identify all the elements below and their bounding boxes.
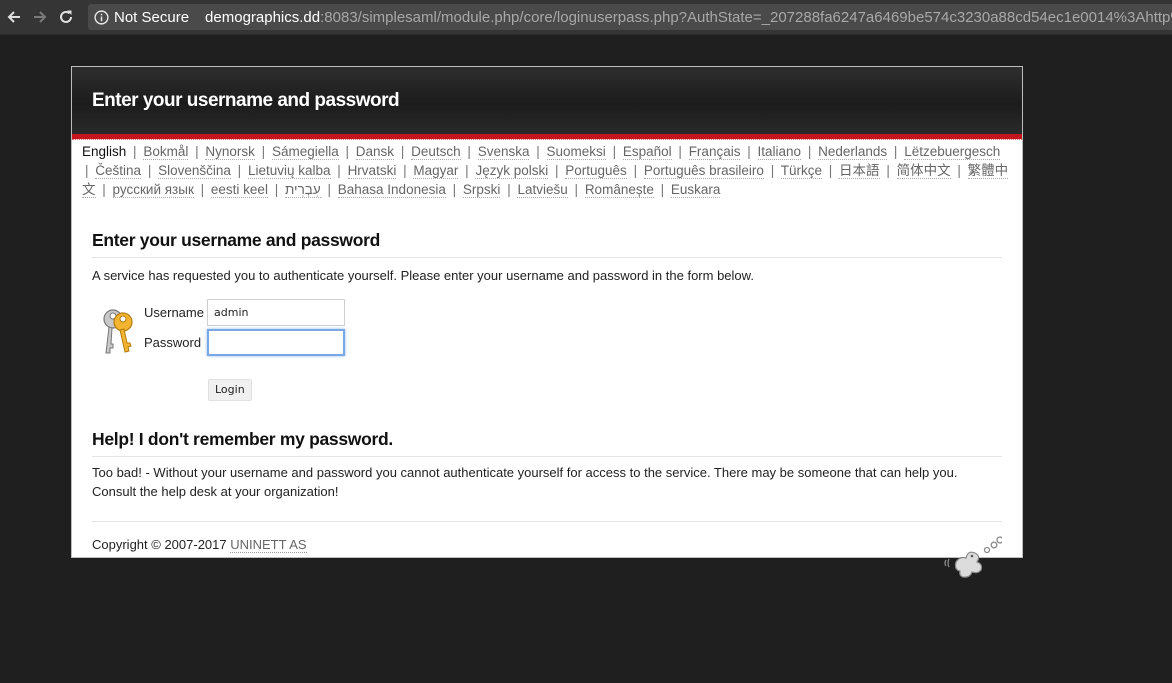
reload-button[interactable] xyxy=(55,6,77,28)
language-separator: | xyxy=(403,163,407,178)
browser-toolbar: Not Secure demographics.dd:8083/simplesa… xyxy=(0,0,1172,35)
language-current: English xyxy=(82,144,127,159)
language-separator: | xyxy=(195,144,199,159)
language-separator: | xyxy=(467,144,471,159)
language-link[interactable]: עִבְרִית xyxy=(285,182,321,198)
language-separator: | xyxy=(274,182,279,197)
language-separator: | xyxy=(400,144,405,159)
language-separator: | xyxy=(327,182,331,197)
language-separator: | xyxy=(957,163,961,178)
language-link[interactable]: русский язык xyxy=(112,182,194,198)
language-link[interactable]: Lietuvių kalba xyxy=(247,163,331,179)
language-separator: | xyxy=(337,163,341,178)
language-link[interactable]: Türkçe xyxy=(780,163,822,179)
language-link[interactable]: 日本語 xyxy=(839,163,880,179)
language-link[interactable]: Svenska xyxy=(477,144,530,160)
language-link[interactable]: Deutsch xyxy=(411,144,461,160)
language-link[interactable]: Bahasa Indonesia xyxy=(337,182,446,198)
back-arrow-icon xyxy=(7,11,20,23)
language-separator: | xyxy=(465,163,469,178)
password-label: Password xyxy=(144,335,202,350)
language-separator: | xyxy=(85,163,89,178)
language-separator: | xyxy=(747,144,751,159)
language-separator: | xyxy=(261,144,266,159)
username-label: Username xyxy=(144,305,204,320)
language-link[interactable]: eesti keel xyxy=(210,182,268,198)
login-panel: Enter your username and password English… xyxy=(71,66,1023,578)
help-heading: Help! I don't remember my password. xyxy=(92,429,1002,457)
language-link[interactable]: Românește xyxy=(584,182,654,198)
language-separator: | xyxy=(147,163,152,178)
language-separator: | xyxy=(633,163,638,178)
language-link[interactable]: Sámegiella xyxy=(271,144,339,160)
header-title: Enter your username and password xyxy=(92,90,400,111)
language-separator: | xyxy=(574,182,579,197)
language-link[interactable]: Português brasileiro xyxy=(643,163,764,179)
language-link[interactable]: Srpski xyxy=(462,182,501,198)
language-link[interactable]: Lëtzebuergesch xyxy=(904,144,1001,160)
language-link[interactable]: Język polski xyxy=(475,163,549,179)
language-link[interactable]: Magyar xyxy=(413,163,459,179)
language-separator: | xyxy=(807,144,812,159)
language-link[interactable]: Nynorsk xyxy=(205,144,255,160)
username-input[interactable]: admin xyxy=(207,299,345,326)
copyright-label: Copyright © 2007-2017 xyxy=(92,537,231,552)
language-link[interactable]: 简体中文 xyxy=(896,163,951,179)
language-separator: | xyxy=(828,163,833,178)
info-icon[interactable] xyxy=(94,9,109,25)
login-heading: Enter your username and password xyxy=(92,230,1002,258)
language-link[interactable]: Italiano xyxy=(757,144,802,160)
language-separator: | xyxy=(507,182,511,197)
url-host: demographics.dd xyxy=(205,8,321,26)
forward-button[interactable] xyxy=(29,6,51,28)
keys-icon xyxy=(103,309,133,354)
login-message: A service has requested you to authentic… xyxy=(92,268,754,283)
language-link[interactable]: Nederlands xyxy=(818,144,888,160)
page-header: Enter your username and password xyxy=(72,67,1022,134)
language-separator: | xyxy=(612,144,617,159)
language-link[interactable]: Dansk xyxy=(355,144,395,160)
page-footer: Copyright © 2007-2017 UNINETT AS xyxy=(92,522,1002,582)
language-separator: | xyxy=(554,163,559,178)
copyright-text: Copyright © 2007-2017 UNINETT AS xyxy=(92,537,307,553)
language-separator: | xyxy=(660,182,665,197)
language-link[interactable]: Español xyxy=(622,144,672,160)
language-link[interactable]: Português xyxy=(565,163,627,179)
help-text: Too bad! - Without your username and pas… xyxy=(92,463,1002,501)
language-separator: | xyxy=(536,144,540,159)
language-separator: | xyxy=(452,182,457,197)
language-separator: | xyxy=(770,163,775,178)
back-button[interactable] xyxy=(3,6,25,28)
password-input[interactable] xyxy=(207,329,345,356)
reload-icon xyxy=(60,10,72,23)
language-separator: | xyxy=(102,182,106,197)
language-link[interactable]: Bokmål xyxy=(143,144,189,160)
language-separator: | xyxy=(133,144,137,159)
language-link[interactable]: Hrvatski xyxy=(347,163,397,179)
language-separator: | xyxy=(678,144,682,159)
help-text-line-1: Too bad! - Without your username and pas… xyxy=(92,465,958,480)
address-bar[interactable]: Not Secure demographics.dd:8083/simplesa… xyxy=(88,4,1172,30)
language-separator: | xyxy=(345,144,350,159)
url-path: :8083/simplesaml/module.php/core/loginus… xyxy=(320,8,1172,26)
language-separator: | xyxy=(200,182,205,197)
login-form: Username admin Password Login xyxy=(92,299,1002,411)
forward-arrow-icon xyxy=(34,11,47,23)
language-link[interactable]: Suomeksi xyxy=(546,144,606,160)
language-bar: English | Bokmål | Nynorsk | Sámegiella … xyxy=(72,140,1022,199)
language-link[interactable]: Slovenščina xyxy=(158,163,231,179)
language-link[interactable]: Latviešu xyxy=(517,182,568,198)
language-link[interactable]: Čeština xyxy=(95,163,142,179)
language-link[interactable]: Français xyxy=(688,144,741,160)
language-link[interactable]: Euskara xyxy=(670,182,721,198)
login-button[interactable]: Login xyxy=(208,379,252,401)
language-separator: | xyxy=(886,163,890,178)
language-separator: | xyxy=(893,144,898,159)
help-text-line-2: Consult the help desk at your organizati… xyxy=(92,484,339,499)
language-separator: | xyxy=(237,163,242,178)
security-label[interactable]: Not Secure xyxy=(114,9,189,26)
simplesamlphp-logo-icon xyxy=(944,536,1002,578)
uninett-link[interactable]: UNINETT AS xyxy=(230,537,307,553)
main-content: Enter your username and password A servi… xyxy=(72,230,1022,582)
